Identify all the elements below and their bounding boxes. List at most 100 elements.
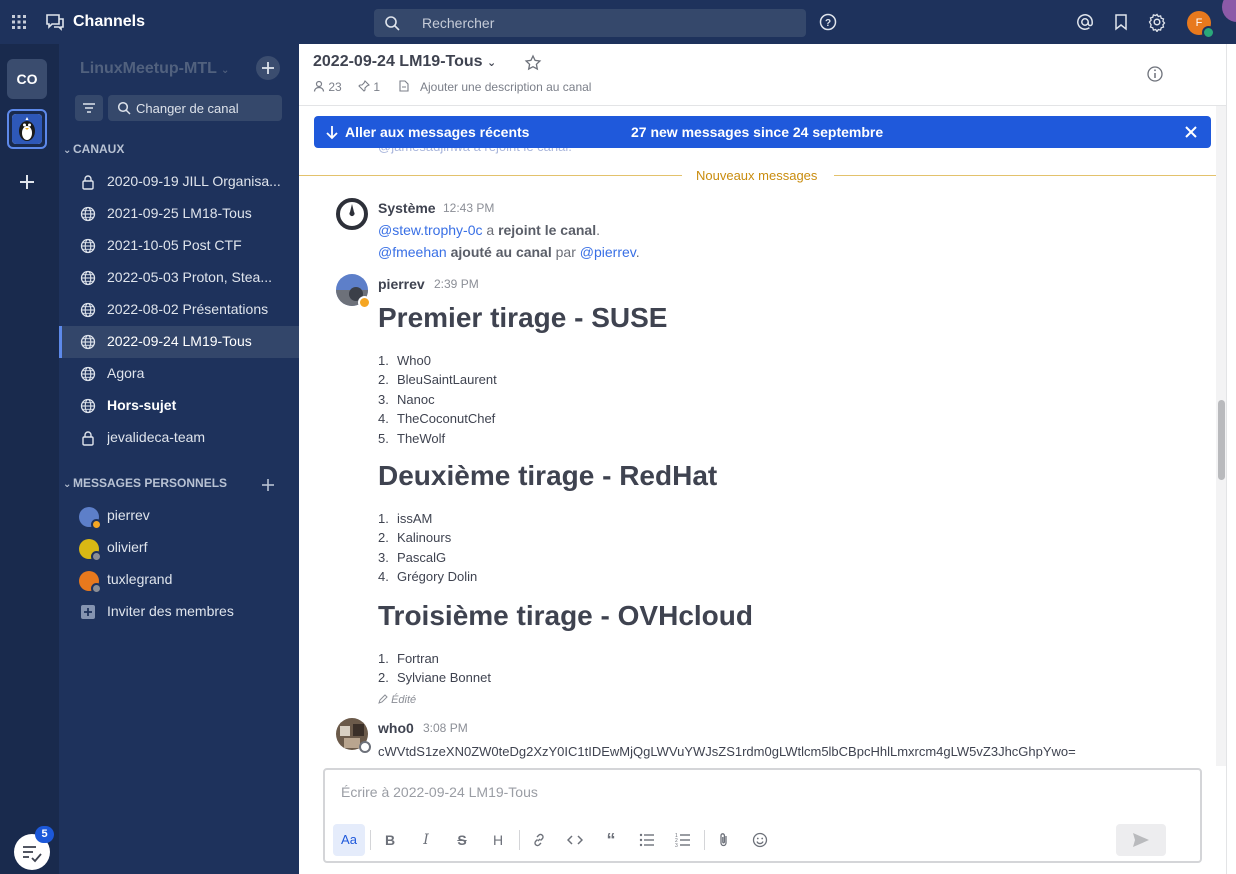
sidebar-dm-item[interactable]: pierrev <box>59 500 299 532</box>
help-icon[interactable]: ? <box>818 12 838 32</box>
sidebar-channel-item[interactable]: 2022-09-24 LM19-Tous <box>59 326 299 358</box>
quote-icon[interactable]: “ <box>595 824 627 856</box>
user-mention[interactable]: @fmeehan <box>378 244 447 260</box>
list-item-text: Sylviane Bonnet <box>397 670 491 686</box>
dm-section-header[interactable]: ⌄ MESSAGES PERSONNELS <box>63 476 227 490</box>
numbered-list-icon[interactable]: 123 <box>667 824 699 856</box>
close-icon[interactable] <box>1183 124 1199 140</box>
list-item: 2. Sylviane Bonnet <box>378 670 491 686</box>
message-text: . <box>596 222 600 238</box>
system-message-line: @stew.trophy-0c a rejoint le canal. <box>378 222 600 238</box>
add-description-button[interactable]: Ajouter une description au canal <box>398 80 591 94</box>
saved-bookmark-icon[interactable] <box>1111 12 1131 32</box>
new-messages-toast[interactable]: Aller aux messages récents 27 new messag… <box>314 116 1211 148</box>
add-member-plus-box-icon <box>81 605 95 619</box>
post-heading: Premier tirage - SUSE <box>378 302 668 333</box>
post-timestamp[interactable]: 3:08 PM <box>423 721 468 735</box>
heading-icon[interactable]: H <box>482 824 514 856</box>
list-item: 4. TheCoconutChef <box>378 411 496 427</box>
pinned-count-button[interactable]: 1 <box>358 80 380 94</box>
strikethrough-icon[interactable]: S <box>446 824 478 856</box>
bullet-list-icon[interactable] <box>631 824 663 856</box>
post-author[interactable]: pierrev <box>378 276 425 292</box>
sidebar-channel-item[interactable]: jevalideca-team <box>59 422 299 454</box>
attachment-paperclip-icon[interactable] <box>708 824 740 856</box>
chevron-down-icon: ⌄ <box>221 65 230 76</box>
emoji-smiley-icon[interactable] <box>744 824 776 856</box>
message-composer[interactable]: Écrire à 2022-09-24 LM19-Tous Aa B I S H… <box>323 768 1202 863</box>
list-item-text: Nanoc <box>397 391 435 407</box>
pierrev-avatar[interactable] <box>336 274 371 309</box>
message-list: Aller aux messages récents 27 new messag… <box>299 106 1216 766</box>
team-button-linuxmeetup[interactable] <box>7 109 47 149</box>
sidebar-channel-item[interactable]: Hors-sujet <box>59 390 299 422</box>
lock-icon <box>80 174 96 190</box>
user-mention[interactable]: @pierrev <box>580 244 636 260</box>
pencil-icon <box>378 694 388 704</box>
message-text: a <box>482 222 499 238</box>
list-item: 5. TheWolf <box>378 430 446 446</box>
sidebar-dm-label: tuxlegrand <box>107 571 173 587</box>
list-item-text: Fortran <box>397 651 439 666</box>
search-input[interactable]: Rechercher <box>374 9 806 37</box>
right-panel-edge <box>1226 44 1236 874</box>
settings-gear-icon[interactable] <box>1147 12 1167 32</box>
sidebar-channel-item[interactable]: 2021-09-25 LM18-Tous <box>59 198 299 230</box>
away-status-icon <box>358 296 371 309</box>
scrollbar-thumb[interactable] <box>1218 400 1225 480</box>
team-name-label: LinuxMeetup-MTL <box>80 60 217 77</box>
team-name-menu[interactable]: LinuxMeetup-MTL ⌄ <box>80 60 229 78</box>
filter-unread-button[interactable] <box>75 95 103 121</box>
corner-profile-avatar[interactable] <box>1222 0 1236 22</box>
add-team-plus-icon[interactable] <box>17 172 37 192</box>
post-timestamp[interactable]: 12:43 PM <box>443 201 494 215</box>
post-timestamp[interactable]: 2:39 PM <box>434 277 479 291</box>
formatting-toggle-button[interactable]: Aa <box>333 824 365 856</box>
team-sidebar: CO 5 <box>0 44 59 874</box>
sidebar-dm-item[interactable]: olivierf <box>59 532 299 564</box>
italic-icon[interactable]: I <box>410 824 442 856</box>
formatting-toolbar: Aa B I S H “ 123 <box>333 824 1193 856</box>
dm-avatar <box>79 507 102 530</box>
send-button[interactable] <box>1116 824 1166 856</box>
sidebar-channel-label: 2022-05-03 Proton, Stea... <box>107 269 272 285</box>
channel-info-icon[interactable] <box>1146 65 1164 83</box>
offline-status-icon <box>359 741 371 753</box>
sidebar-channel-item[interactable]: 2022-08-02 Présentations <box>59 294 299 326</box>
message-action: ajouté au canal <box>446 244 552 260</box>
sidebar-channel-item[interactable]: 2020-09-19 JILL Organisa... <box>59 166 299 198</box>
sidebar-channel-label: Agora <box>107 365 145 381</box>
chevron-down-icon: ⌄ <box>63 479 72 490</box>
channel-switcher-button[interactable]: Changer de canal <box>108 95 282 121</box>
post-author[interactable]: Système <box>378 200 436 216</box>
mentions-at-icon[interactable] <box>1075 12 1095 32</box>
product-menu-grid-icon[interactable] <box>12 15 26 29</box>
globe-icon <box>80 238 96 254</box>
list-item-text: issAM <box>397 511 433 526</box>
user-mention[interactable]: @stew.trophy-0c <box>378 222 482 238</box>
channel-title-menu[interactable]: 2022-09-24 LM19-Tous ⌄ <box>313 53 496 71</box>
who0-avatar[interactable] <box>336 718 371 753</box>
user-avatar[interactable]: F <box>1187 11 1215 39</box>
add-dm-plus-icon[interactable] <box>259 476 277 494</box>
invite-members-button[interactable]: Inviter des membres <box>59 596 299 628</box>
sidebar-channel-item[interactable]: 2022-05-03 Proton, Stea... <box>59 262 299 294</box>
invite-members-label: Inviter des membres <box>107 603 234 619</box>
team-button-co[interactable]: CO <box>7 59 47 99</box>
sidebar-dm-item[interactable]: tuxlegrand <box>59 564 299 596</box>
composer-placeholder: Écrire à 2022-09-24 LM19-Tous <box>341 784 538 800</box>
sidebar-channel-item[interactable]: Agora <box>59 358 299 390</box>
post-author[interactable]: who0 <box>378 720 414 736</box>
favorite-star-icon[interactable] <box>524 54 542 72</box>
dm-avatar <box>79 571 102 594</box>
channels-section-header[interactable]: ⌄ CANAUX <box>63 142 124 156</box>
sidebar-channel-item[interactable]: 2021-10-05 Post CTF <box>59 230 299 262</box>
member-count-button[interactable]: 23 <box>313 80 342 94</box>
link-icon[interactable] <box>523 824 555 856</box>
list-item-text: Who0 <box>397 353 431 368</box>
list-item: 1. issAM <box>378 511 433 526</box>
add-channel-button[interactable] <box>256 56 280 80</box>
sidebar-dm-label: pierrev <box>107 507 150 523</box>
bold-icon[interactable]: B <box>374 824 406 856</box>
code-icon[interactable] <box>559 824 591 856</box>
